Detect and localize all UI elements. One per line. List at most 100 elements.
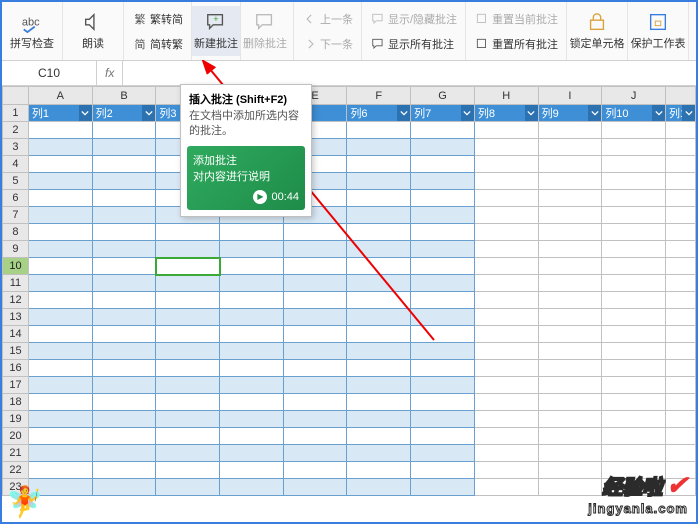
cell[interactable] xyxy=(538,224,602,241)
row-head-5[interactable]: 5 xyxy=(3,173,29,190)
cell[interactable] xyxy=(92,343,156,360)
filter-dropdown-icon[interactable] xyxy=(525,105,538,121)
cell[interactable] xyxy=(92,445,156,462)
cell[interactable] xyxy=(474,139,538,156)
prev-comment-button[interactable]: 上一条 xyxy=(302,7,353,31)
cell[interactable] xyxy=(28,326,92,343)
cell[interactable] xyxy=(602,173,666,190)
cell[interactable] xyxy=(666,156,696,173)
cell[interactable] xyxy=(411,377,475,394)
cell[interactable] xyxy=(92,479,156,496)
cell[interactable] xyxy=(220,292,284,309)
filter-dropdown-icon[interactable] xyxy=(588,105,601,121)
cell[interactable] xyxy=(602,207,666,224)
row-head-13[interactable]: 13 xyxy=(3,309,29,326)
cell[interactable] xyxy=(347,428,411,445)
row-head-3[interactable]: 3 xyxy=(3,139,29,156)
cell[interactable] xyxy=(28,428,92,445)
cell[interactable] xyxy=(283,224,347,241)
cell[interactable] xyxy=(602,258,666,275)
cell[interactable] xyxy=(474,207,538,224)
cell[interactable] xyxy=(666,190,696,207)
reset-all-button[interactable]: 重置所有批注 xyxy=(474,32,558,56)
cell[interactable] xyxy=(602,309,666,326)
cell[interactable] xyxy=(602,292,666,309)
col-head-F[interactable]: F xyxy=(347,87,411,105)
cell[interactable] xyxy=(666,173,696,190)
cell[interactable] xyxy=(156,326,220,343)
col-head-J[interactable]: J xyxy=(602,87,666,105)
cell[interactable] xyxy=(602,360,666,377)
cell[interactable] xyxy=(666,292,696,309)
cell[interactable] xyxy=(347,479,411,496)
cell[interactable] xyxy=(411,173,475,190)
cell[interactable] xyxy=(474,292,538,309)
cell[interactable] xyxy=(220,479,284,496)
cell[interactable] xyxy=(602,139,666,156)
cell[interactable] xyxy=(411,326,475,343)
cell[interactable] xyxy=(538,428,602,445)
cell[interactable] xyxy=(92,173,156,190)
cell[interactable] xyxy=(156,258,220,275)
cell[interactable] xyxy=(28,394,92,411)
table-header[interactable]: 列1 xyxy=(28,105,92,122)
cell[interactable] xyxy=(156,428,220,445)
row-head-9[interactable]: 9 xyxy=(3,241,29,258)
cell[interactable] xyxy=(283,479,347,496)
cell[interactable] xyxy=(156,394,220,411)
cell[interactable] xyxy=(92,241,156,258)
cell[interactable] xyxy=(347,139,411,156)
trad-to-simp-button[interactable]: 繁 繁转简 xyxy=(132,7,183,31)
grid-table[interactable]: ABCDEFGHIJ1列1列2列3列6列7列8列9列10列12345678910… xyxy=(2,86,696,496)
cell[interactable] xyxy=(220,343,284,360)
table-header[interactable]: 列7 xyxy=(411,105,475,122)
cell[interactable] xyxy=(474,309,538,326)
cell[interactable] xyxy=(28,445,92,462)
row-head-20[interactable]: 20 xyxy=(3,428,29,445)
col-head-G[interactable]: G xyxy=(411,87,475,105)
table-header[interactable]: 列2 xyxy=(92,105,156,122)
filter-dropdown-icon[interactable] xyxy=(142,105,155,121)
reset-current-button[interactable]: 重置当前批注 xyxy=(474,7,558,31)
cell[interactable] xyxy=(92,411,156,428)
cell[interactable] xyxy=(220,377,284,394)
cell[interactable] xyxy=(474,394,538,411)
next-comment-button[interactable]: 下一条 xyxy=(302,32,353,56)
cell[interactable] xyxy=(666,139,696,156)
cell[interactable] xyxy=(92,462,156,479)
cell[interactable] xyxy=(283,360,347,377)
cell[interactable] xyxy=(538,122,602,139)
cell[interactable] xyxy=(666,207,696,224)
cell[interactable] xyxy=(156,377,220,394)
cell[interactable] xyxy=(411,428,475,445)
cell[interactable] xyxy=(602,428,666,445)
cell[interactable] xyxy=(92,326,156,343)
cell[interactable] xyxy=(283,445,347,462)
cell[interactable] xyxy=(666,309,696,326)
cell[interactable] xyxy=(538,394,602,411)
cell[interactable] xyxy=(92,207,156,224)
cell[interactable] xyxy=(474,411,538,428)
cell[interactable] xyxy=(538,445,602,462)
cell[interactable] xyxy=(474,479,538,496)
cell[interactable] xyxy=(474,224,538,241)
cell[interactable] xyxy=(411,309,475,326)
cell[interactable] xyxy=(220,275,284,292)
cell[interactable] xyxy=(474,156,538,173)
table-header[interactable]: 列9 xyxy=(538,105,602,122)
row-head-22[interactable]: 22 xyxy=(3,462,29,479)
cell[interactable] xyxy=(283,292,347,309)
read-aloud-button[interactable]: 朗读 xyxy=(69,6,117,56)
show-all-button[interactable]: 显示所有批注 xyxy=(370,32,457,56)
row-head-7[interactable]: 7 xyxy=(3,207,29,224)
row-head-4[interactable]: 4 xyxy=(3,156,29,173)
cell[interactable] xyxy=(283,428,347,445)
cell[interactable] xyxy=(411,394,475,411)
cell[interactable] xyxy=(538,343,602,360)
cell[interactable] xyxy=(538,139,602,156)
cell[interactable] xyxy=(411,360,475,377)
filter-dropdown-icon[interactable] xyxy=(682,105,695,121)
cell[interactable] xyxy=(411,224,475,241)
row-head-1[interactable]: 1 xyxy=(3,105,29,122)
cell[interactable] xyxy=(283,241,347,258)
